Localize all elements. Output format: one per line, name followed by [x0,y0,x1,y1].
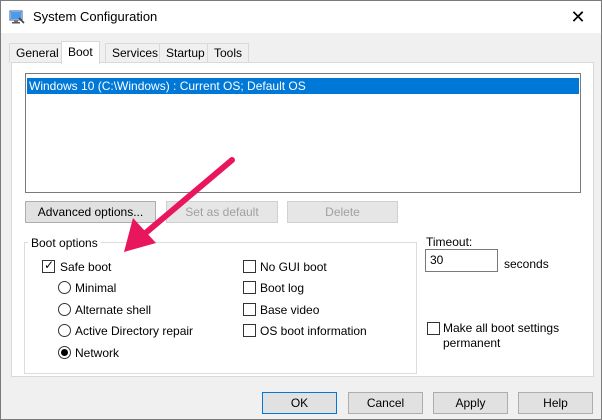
help-button[interactable]: Help [518,392,593,414]
os-boot-information-checkbox[interactable] [243,324,256,337]
ok-button[interactable]: OK [262,392,337,414]
title-bar: System Configuration ✕ [1,1,601,33]
no-gui-boot-checkbox[interactable] [243,260,256,273]
network-radio[interactable] [58,346,71,359]
boot-tab-panel: Windows 10 (C:\Windows) : Current OS; De… [11,62,594,377]
tab-general[interactable]: General [9,43,66,63]
delete-button[interactable]: Delete [287,201,398,223]
make-permanent-label-line1: Make all boot settings [443,321,560,335]
minimal-label: Minimal [75,281,117,295]
tab-tools[interactable]: Tools [207,43,250,63]
no-gui-boot-label: No GUI boot [260,260,327,274]
alternate-shell-label: Alternate shell [75,303,152,317]
set-as-default-button[interactable]: Set as default [166,201,278,223]
alternate-shell-radio[interactable] [58,303,71,316]
boot-options-title: Boot options [28,236,101,250]
system-config-icon [9,9,25,25]
cancel-button[interactable]: Cancel [348,392,423,414]
advanced-options-button[interactable]: Advanced options... [25,201,156,223]
safe-boot-label: Safe boot [60,260,112,274]
os-list-item[interactable]: Windows 10 (C:\Windows) : Current OS; De… [27,78,579,94]
active-directory-repair-label: Active Directory repair [75,324,194,338]
boot-log-checkbox[interactable] [243,281,256,294]
boot-log-label: Boot log [260,281,305,295]
timeout-input[interactable]: 30 [425,249,498,272]
checkmark-icon: ✓ [44,258,55,272]
base-video-label: Base video [260,303,320,317]
timeout-label: Timeout: [426,235,473,249]
safe-boot-checkbox[interactable]: ✓ [42,258,55,273]
apply-button[interactable]: Apply [433,392,508,414]
base-video-checkbox[interactable] [243,303,256,316]
make-permanent-checkbox[interactable] [427,322,440,335]
tab-services[interactable]: Services [105,43,166,63]
system-configuration-window: System Configuration ✕ General Boot Serv… [0,0,602,420]
network-label: Network [75,346,120,360]
tab-boot[interactable]: Boot [61,41,100,64]
minimal-radio[interactable] [58,281,71,294]
tab-startup[interactable]: Startup [159,43,212,63]
timeout-unit-label: seconds [504,257,549,271]
radio-selected-dot [61,349,68,356]
make-permanent-label-line2: permanent [443,336,501,350]
window-title: System Configuration [33,9,158,24]
os-boot-information-label: OS boot information [260,324,367,338]
close-icon[interactable]: ✕ [565,4,591,30]
active-directory-repair-radio[interactable] [58,324,71,337]
os-list[interactable]: Windows 10 (C:\Windows) : Current OS; De… [25,73,581,193]
